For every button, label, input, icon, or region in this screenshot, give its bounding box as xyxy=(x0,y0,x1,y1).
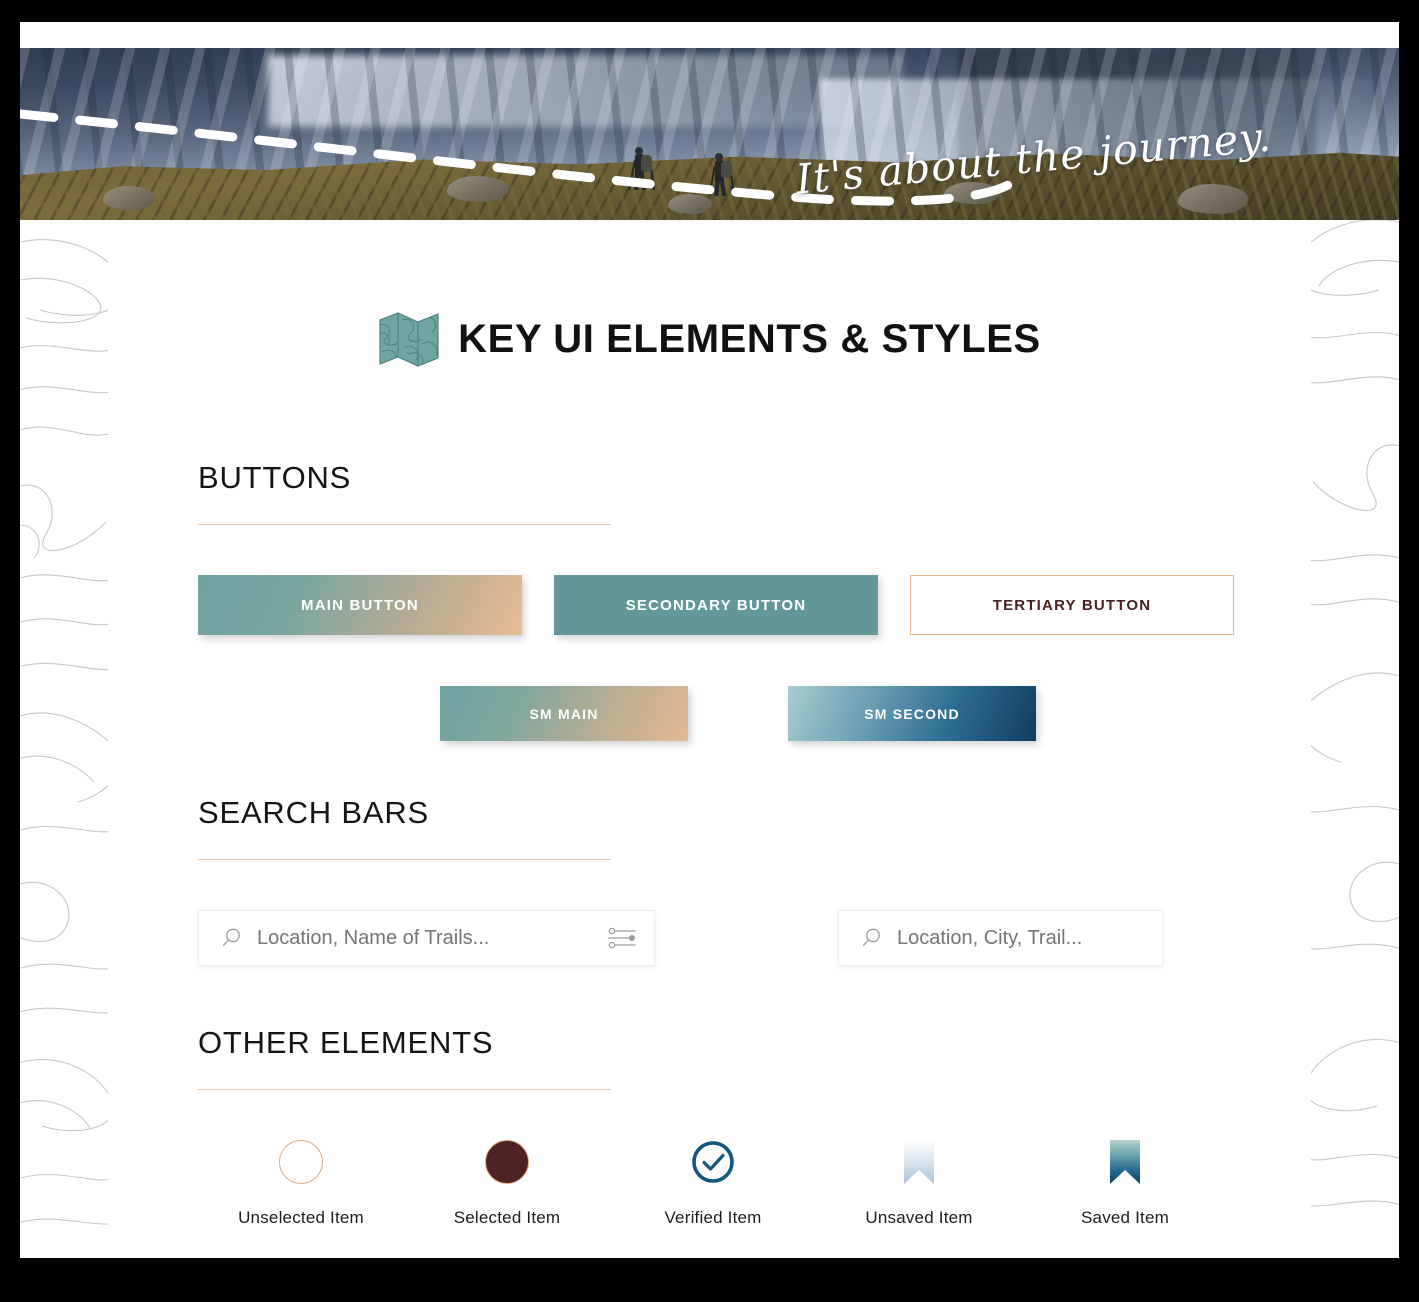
section-search-bars: SEARCH BARS xyxy=(198,795,1228,860)
circle-filled-icon xyxy=(485,1138,529,1186)
magnifier-icon xyxy=(222,928,240,947)
section-other-elements: OTHER ELEMENTS xyxy=(198,1025,1228,1090)
other-elements-row: Unselected Item Selected Item Verified I… xyxy=(198,1138,1228,1228)
button-row-small: SM MAIN SM SECOND xyxy=(440,686,1036,741)
search-bar-row xyxy=(198,910,1163,966)
section-divider xyxy=(198,524,611,525)
saved-item[interactable]: Saved Item xyxy=(1022,1138,1228,1228)
section-buttons: BUTTONS xyxy=(198,460,1228,525)
saved-item-label: Saved Item xyxy=(1081,1208,1169,1227)
unselected-item-label: Unselected Item xyxy=(238,1208,364,1227)
unsaved-item-label: Unsaved Item xyxy=(865,1208,973,1227)
section-title-other-elements: OTHER ELEMENTS xyxy=(198,1025,494,1060)
main-button[interactable]: MAIN BUTTON xyxy=(198,575,522,635)
folded-map-icon xyxy=(379,312,439,367)
section-divider xyxy=(198,859,611,860)
bookmark-filled-icon xyxy=(1109,1138,1141,1186)
primary-search-bar[interactable] xyxy=(198,910,655,966)
verified-item-label: Verified Item xyxy=(664,1208,762,1227)
page-title: KEY UI ELEMENTS & STYLES xyxy=(458,316,1041,361)
hero-banner: It's about the journey. xyxy=(20,48,1399,220)
search-input[interactable] xyxy=(257,926,607,950)
magnifier-icon xyxy=(862,928,880,947)
button-row-large: MAIN BUTTON SECONDARY BUTTON TERTIARY BU… xyxy=(198,575,1234,635)
circle-outline-icon xyxy=(279,1138,323,1186)
secondary-button[interactable]: SECONDARY BUTTON xyxy=(554,575,878,635)
sliders-filter-icon[interactable] xyxy=(607,926,637,950)
search-input-secondary[interactable] xyxy=(897,926,1162,950)
content-panel: KEY UI ELEMENTS & STYLES BUTTONS MAIN BU… xyxy=(108,220,1311,1258)
unsaved-item[interactable]: Unsaved Item xyxy=(816,1138,1022,1228)
selected-item[interactable]: Selected Item xyxy=(404,1138,610,1228)
section-title-buttons: BUTTONS xyxy=(198,460,352,495)
secondary-search-bar[interactable] xyxy=(838,910,1163,966)
selected-item-label: Selected Item xyxy=(453,1208,561,1227)
section-divider xyxy=(198,1089,611,1090)
section-title-search-bars: SEARCH BARS xyxy=(198,795,430,830)
verified-item[interactable]: Verified Item xyxy=(610,1138,816,1228)
bookmark-outline-icon xyxy=(903,1138,935,1186)
page-header: KEY UI ELEMENTS & STYLES xyxy=(108,310,1311,368)
check-circle-icon xyxy=(690,1138,736,1186)
sm-main-button[interactable]: SM MAIN xyxy=(440,686,688,741)
sm-second-button[interactable]: SM SECOND xyxy=(788,686,1036,741)
page-sheet: It's about the journey. KEY UI ELEMENTS … xyxy=(20,22,1399,1258)
tertiary-button[interactable]: TERTIARY BUTTON xyxy=(910,575,1234,635)
unselected-item[interactable]: Unselected Item xyxy=(198,1138,404,1228)
